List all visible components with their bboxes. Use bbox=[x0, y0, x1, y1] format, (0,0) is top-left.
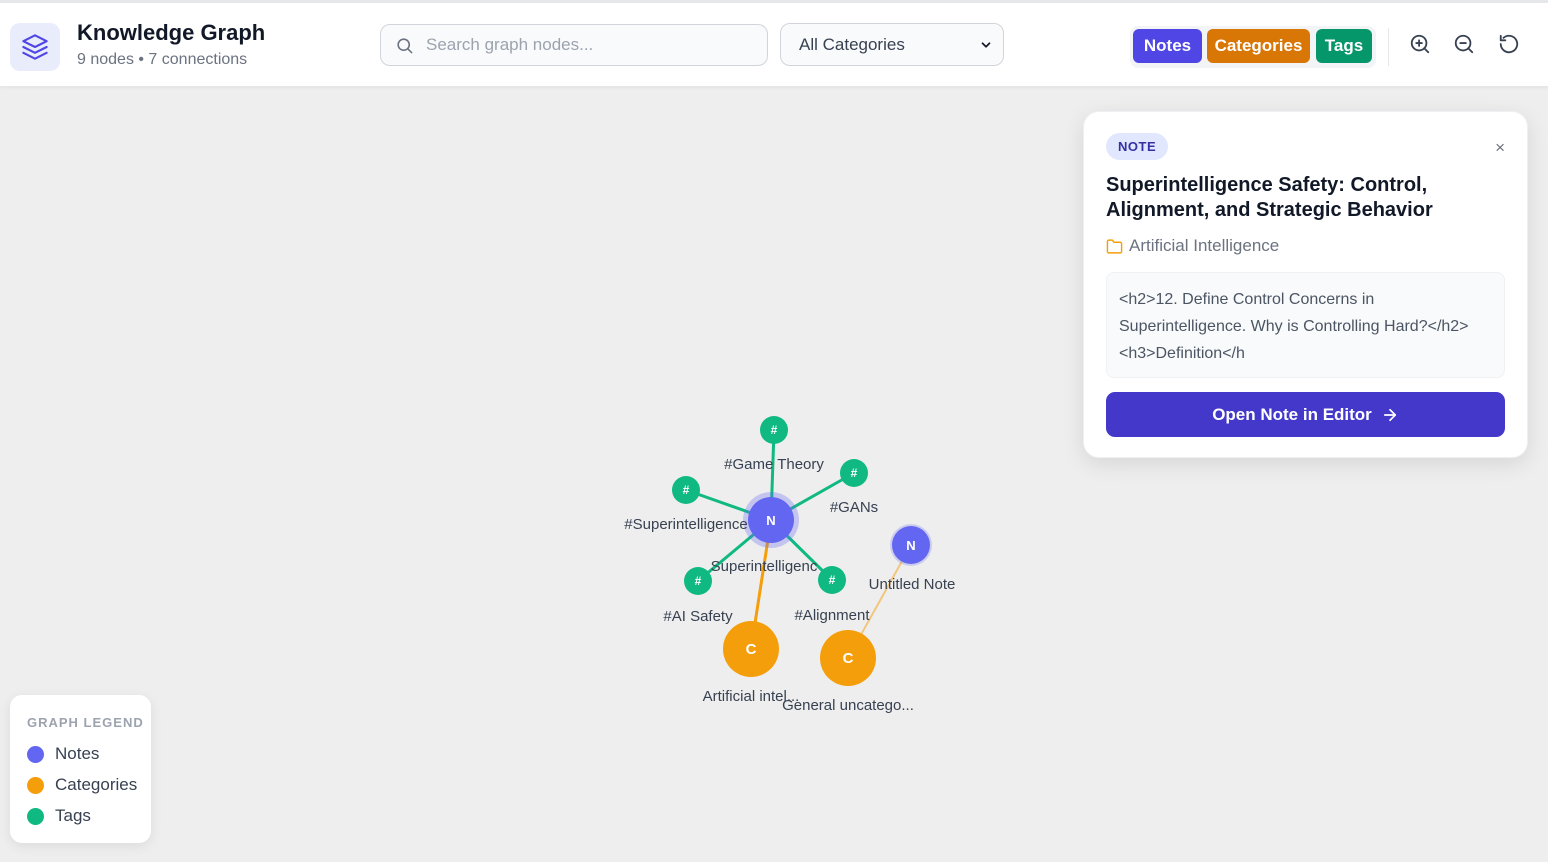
node-detail-panel: NOTE × Superintelligence Safety: Control… bbox=[1083, 111, 1528, 458]
legend-dot-categories bbox=[27, 776, 44, 794]
node-glyph: # bbox=[829, 573, 836, 587]
node-glyph: # bbox=[771, 423, 778, 437]
reset-icon bbox=[1499, 34, 1519, 54]
node-label: #Game Theory bbox=[724, 456, 824, 473]
legend-dot-tags bbox=[27, 807, 44, 825]
node-glyph: C bbox=[843, 650, 854, 667]
legend-label-tags: Tags bbox=[55, 806, 91, 825]
node-glyph: N bbox=[906, 538, 915, 553]
node-glyph: # bbox=[695, 574, 702, 588]
graph-stats: 9 nodes • 7 connections bbox=[77, 51, 248, 68]
note-title: Superintelligence Safety: Control, Align… bbox=[1106, 174, 1433, 221]
legend-label-categories: Categories bbox=[55, 775, 138, 794]
node-glyph: C bbox=[746, 641, 757, 658]
type-filter-group: Notes Categories Tags bbox=[1130, 26, 1376, 68]
legend-title: GRAPH LEGEND bbox=[27, 715, 144, 730]
node-label: #Alignment bbox=[794, 607, 870, 624]
graph-node-note[interactable]: N Untitled Note bbox=[869, 524, 956, 593]
legend-item-notes: Notes bbox=[27, 744, 99, 764]
open-note-label: Open Note in Editor bbox=[1212, 404, 1372, 424]
layers-logo-icon bbox=[10, 23, 60, 71]
category-select-value: All Categories bbox=[799, 34, 905, 54]
graph-node-tag[interactable]: # #AI Safety bbox=[663, 567, 733, 625]
arrow-right-icon bbox=[1383, 408, 1396, 421]
node-glyph: # bbox=[683, 483, 690, 497]
zoom-in-icon bbox=[1410, 34, 1430, 54]
node-type-badge: NOTE bbox=[1106, 133, 1169, 160]
filter-notes-button[interactable]: Notes bbox=[1133, 29, 1202, 63]
chevron-down-icon bbox=[981, 41, 991, 48]
legend-label-notes: Notes bbox=[55, 744, 100, 763]
search-input[interactable] bbox=[426, 35, 746, 55]
zoom-out-icon bbox=[1454, 34, 1474, 54]
category-select[interactable]: All Categories bbox=[780, 23, 1004, 66]
node-glyph: N bbox=[766, 513, 775, 528]
note-preview: <h2>12. Define Control Concerns in Super… bbox=[1106, 272, 1505, 378]
graph-node-tag[interactable]: # #GANs bbox=[830, 459, 878, 516]
node-label: Untitled Note bbox=[869, 576, 956, 593]
zoom-out-button[interactable] bbox=[1451, 31, 1477, 57]
node-label: Superintelligenc bbox=[711, 558, 818, 575]
filter-tags-button[interactable]: Tags bbox=[1316, 29, 1372, 63]
zoom-in-button[interactable] bbox=[1407, 31, 1433, 57]
note-category: Artificial Intelligence bbox=[1106, 236, 1279, 256]
node-label: #GANs bbox=[830, 499, 878, 516]
filter-categories-button[interactable]: Categories bbox=[1207, 29, 1310, 63]
page-title: Knowledge Graph bbox=[77, 20, 266, 45]
graph-legend: GRAPH LEGEND Notes Categories Tags bbox=[10, 695, 151, 843]
search-icon bbox=[397, 37, 413, 53]
open-note-button[interactable]: Open Note in Editor bbox=[1106, 392, 1505, 437]
node-label: #AI Safety bbox=[663, 608, 733, 625]
node-label: General uncatego... bbox=[782, 697, 914, 714]
graph-node-category[interactable]: C General uncatego... bbox=[782, 630, 914, 714]
reset-view-button[interactable] bbox=[1496, 31, 1522, 57]
close-icon[interactable]: × bbox=[1495, 138, 1505, 158]
graph-node-category[interactable]: CArtificial intel... bbox=[703, 621, 800, 705]
legend-item-tags: Tags bbox=[27, 806, 91, 826]
toolbar-divider bbox=[1388, 28, 1389, 66]
app-header: Knowledge Graph 9 nodes • 7 connections … bbox=[0, 3, 1548, 87]
legend-dot-notes bbox=[27, 745, 44, 763]
node-glyph: # bbox=[851, 466, 858, 480]
legend-item-categories: Categories bbox=[27, 775, 137, 795]
folder-icon bbox=[1106, 238, 1123, 254]
note-category-label: Artificial Intelligence bbox=[1129, 236, 1280, 255]
search-box[interactable] bbox=[380, 24, 768, 66]
node-label: #Superintelligence bbox=[624, 516, 747, 533]
